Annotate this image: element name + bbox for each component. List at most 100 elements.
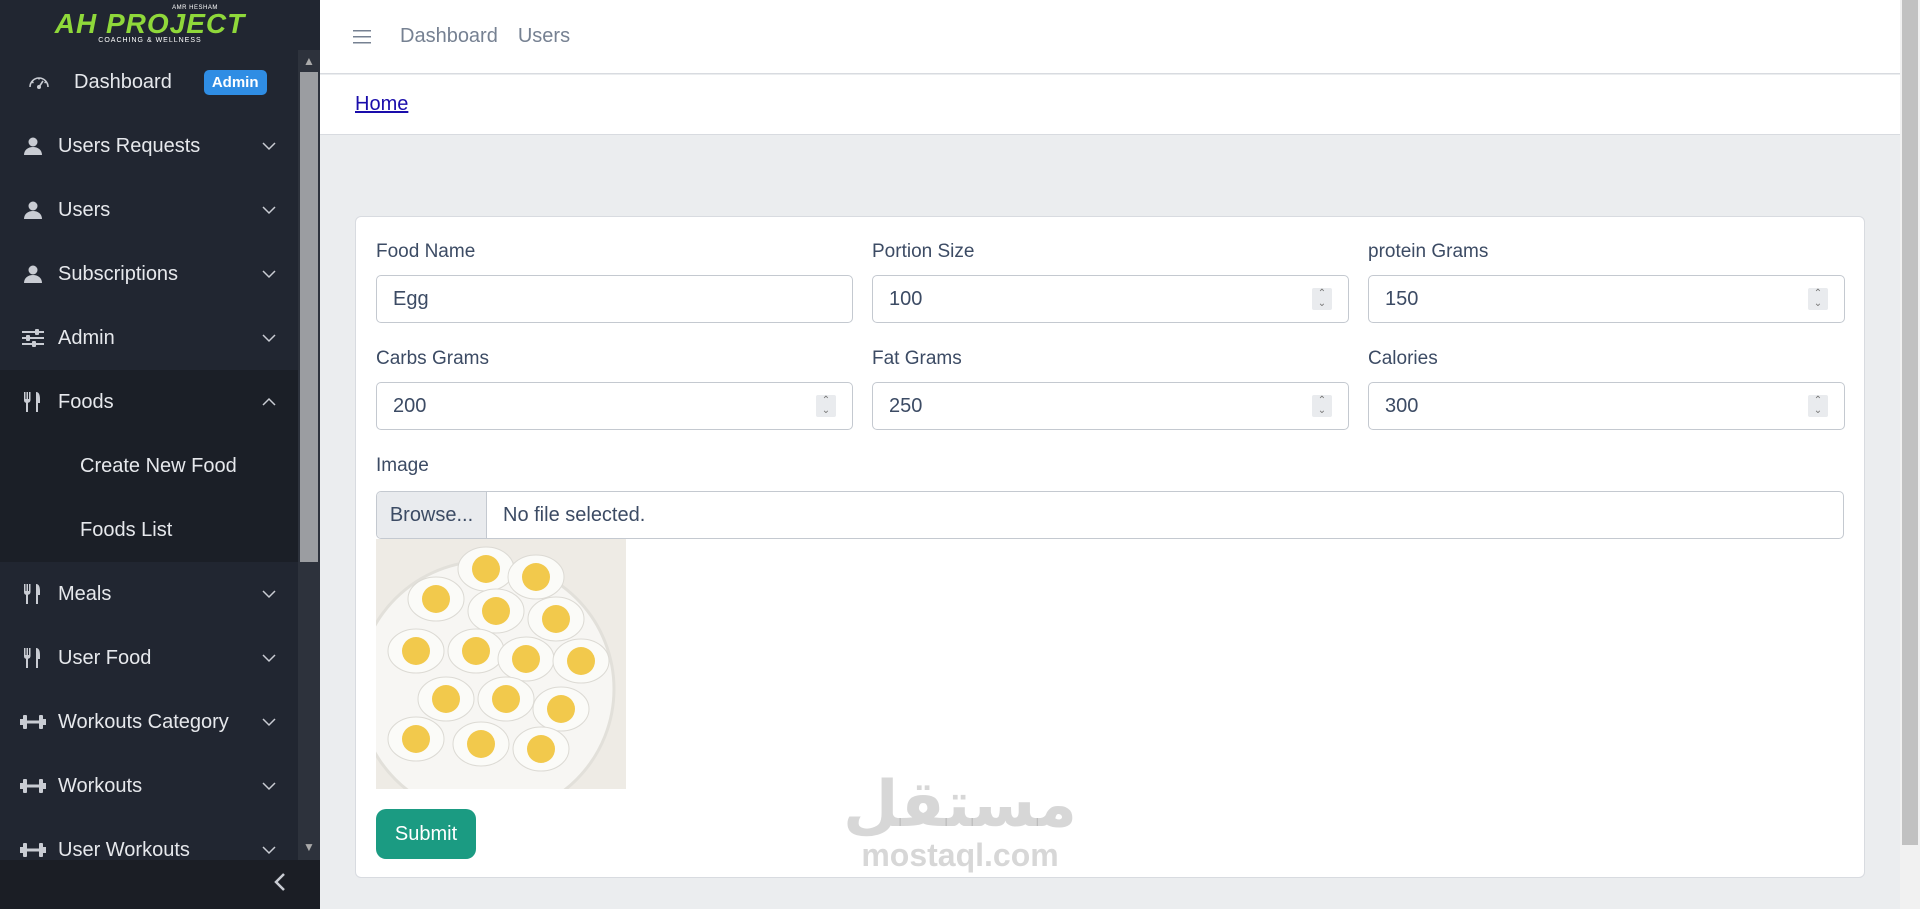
- chevron-up-icon: [260, 393, 278, 411]
- image-label: Image: [376, 455, 429, 476]
- protein-value: 150: [1385, 287, 1419, 310]
- create-food-form: Food Name Egg Portion Size 100 ⌃ ⌄ protein…: [355, 216, 1865, 878]
- chevron-down-icon: [260, 585, 278, 603]
- user-icon: [20, 261, 46, 287]
- sidebar-item-label: Admin: [58, 326, 115, 349]
- food-name-label: Food Name: [376, 241, 476, 262]
- chevron-down-icon: [260, 841, 278, 859]
- fat-value: 250: [889, 394, 923, 417]
- sidebar-item-dashboard[interactable]: Dashboard Admin: [0, 50, 298, 114]
- sidebar-item-label: User Food: [58, 646, 152, 669]
- sidebar-item-user-workouts[interactable]: User Workouts: [0, 818, 298, 860]
- scroll-up-icon[interactable]: ▲: [300, 52, 318, 70]
- hamburger-menu-icon[interactable]: [352, 27, 372, 47]
- chevron-down-icon: [260, 649, 278, 667]
- chevron-left-icon: [272, 872, 288, 897]
- sidebar-item-subscriptions[interactable]: Subscriptions: [0, 242, 298, 306]
- utensils-icon: [20, 645, 46, 671]
- sidebar-item-workouts[interactable]: Workouts: [0, 754, 298, 818]
- carbs-value: 200: [393, 394, 427, 417]
- carbs-field: Carbs Grams 200 ⌃ ⌄: [376, 348, 853, 430]
- number-spinner-icon[interactable]: ⌃ ⌄: [1808, 395, 1828, 417]
- sidebar-item-label: Users: [58, 198, 111, 221]
- page-scrollbar-thumb[interactable]: [1902, 0, 1918, 845]
- submit-button[interactable]: Submit: [376, 809, 476, 859]
- header: Dashboard Users: [320, 0, 1900, 74]
- utensils-icon: [20, 389, 46, 415]
- calories-field: Calories 300 ⌃ ⌄: [1368, 348, 1845, 430]
- chevron-down-icon: [260, 137, 278, 155]
- sidebar-group-foods: Foods Create New Food Foods List: [0, 370, 298, 562]
- sidebar-nav: Dashboard Admin Users Requests Users Sub…: [0, 50, 298, 860]
- header-link-users[interactable]: Users: [518, 25, 570, 48]
- fat-label: Fat Grams: [872, 348, 962, 369]
- fat-input[interactable]: 250 ⌃ ⌄: [872, 382, 1349, 430]
- breadcrumb-bar: Home: [320, 75, 1900, 135]
- sidebar-scrollbar-thumb[interactable]: [300, 72, 318, 562]
- portion-size-input[interactable]: 100 ⌃ ⌄: [872, 275, 1349, 323]
- portion-size-field: Portion Size 100 ⌃ ⌄: [872, 241, 1349, 323]
- brand-tagline: COACHING & WELLNESS: [98, 37, 202, 44]
- file-status-text: No file selected.: [503, 503, 646, 526]
- brand-logo[interactable]: AMR HESHAM AH PROJECT COACHING & WELLNES…: [0, 0, 320, 50]
- sidebar-subitem-create-new-food[interactable]: Create New Food: [0, 434, 298, 498]
- speedometer-icon: [26, 69, 52, 95]
- number-spinner-icon[interactable]: ⌃ ⌄: [816, 395, 836, 417]
- calories-input[interactable]: 300 ⌃ ⌄: [1368, 382, 1845, 430]
- dumbbell-icon: [20, 709, 46, 735]
- chevron-down-icon: [260, 713, 278, 731]
- sidebar-item-users-requests[interactable]: Users Requests: [0, 114, 298, 178]
- portion-size-label: Portion Size: [872, 241, 975, 262]
- sidebar-item-workouts-category[interactable]: Workouts Category: [0, 690, 298, 754]
- egg-plate-image: [376, 539, 626, 789]
- food-image-preview: [376, 539, 626, 789]
- carbs-input[interactable]: 200 ⌃ ⌄: [376, 382, 853, 430]
- food-name-value: Egg: [393, 287, 429, 310]
- carbs-label: Carbs Grams: [376, 348, 489, 369]
- sidebar-toggler[interactable]: [0, 860, 320, 909]
- brand-name: AH PROJECT: [54, 8, 246, 39]
- sidebar-item-label: Foods: [58, 390, 114, 413]
- chevron-down-icon: [260, 329, 278, 347]
- sidebar-item-user-food[interactable]: User Food: [0, 626, 298, 690]
- fat-field: Fat Grams 250 ⌃ ⌄: [872, 348, 1349, 430]
- food-name-input[interactable]: Egg: [376, 275, 853, 323]
- sidebar-item-label: Dashboard: [74, 70, 172, 93]
- sidebar: AMR HESHAM AH PROJECT COACHING & WELLNES…: [0, 0, 320, 909]
- dumbbell-icon: [20, 773, 46, 799]
- sidebar-item-label: Meals: [58, 582, 112, 605]
- admin-badge: Admin: [203, 69, 267, 95]
- calories-label: Calories: [1368, 348, 1438, 369]
- watermark-arabic: مستقل: [842, 768, 1078, 842]
- sidebar-item-label: Workouts: [58, 774, 143, 797]
- sidebar-item-meals[interactable]: Meals: [0, 562, 298, 626]
- chevron-down-icon: [260, 201, 278, 219]
- sliders-icon: [20, 325, 46, 351]
- sidebar-item-label: Workouts Category: [58, 710, 229, 733]
- watermark: مستقل mostaql.com: [840, 768, 1080, 873]
- protein-field: protein Grams 150 ⌃ ⌄: [1368, 241, 1845, 323]
- number-spinner-icon[interactable]: ⌃ ⌄: [1312, 288, 1332, 310]
- sidebar-item-label: Subscriptions: [58, 262, 179, 285]
- scroll-down-icon[interactable]: ▼: [300, 838, 318, 856]
- chevron-down-icon: [260, 777, 278, 795]
- portion-size-value: 100: [889, 287, 923, 310]
- sidebar-item-admin[interactable]: Admin: [0, 306, 298, 370]
- header-link-dashboard[interactable]: Dashboard: [400, 25, 498, 48]
- user-icon: [20, 197, 46, 223]
- watermark-latin: mostaql.com: [861, 837, 1059, 873]
- image-file-input[interactable]: Browse... No file selected.: [376, 491, 1844, 539]
- protein-input[interactable]: 150 ⌃ ⌄: [1368, 275, 1845, 323]
- sidebar-item-label: User Workouts: [58, 838, 190, 861]
- breadcrumb-home[interactable]: Home: [355, 93, 408, 116]
- sidebar-item-users[interactable]: Users: [0, 178, 298, 242]
- number-spinner-icon[interactable]: ⌃ ⌄: [1808, 288, 1828, 310]
- sidebar-item-foods[interactable]: Foods: [0, 370, 298, 434]
- protein-label: protein Grams: [1368, 241, 1489, 262]
- calories-value: 300: [1385, 394, 1419, 417]
- food-name-field: Food Name Egg: [376, 241, 853, 323]
- browse-button[interactable]: Browse...: [377, 492, 487, 538]
- chevron-down-icon: [260, 265, 278, 283]
- sidebar-subitem-foods-list[interactable]: Foods List: [0, 498, 298, 562]
- number-spinner-icon[interactable]: ⌃ ⌄: [1312, 395, 1332, 417]
